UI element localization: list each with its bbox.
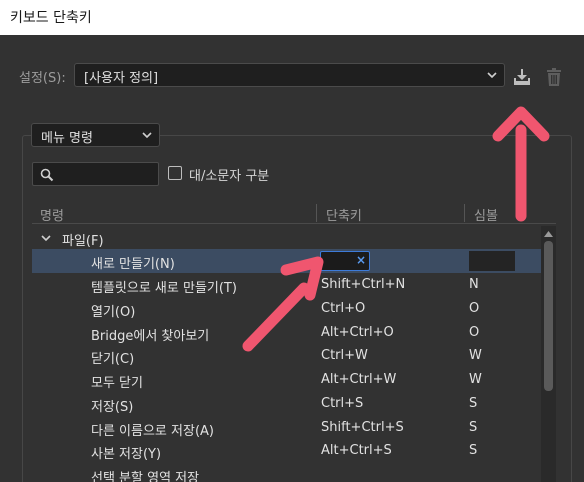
table-row[interactable]: 선택 분할 영역 저장	[32, 463, 542, 482]
command-name: 열기(O)	[91, 305, 136, 320]
command-name: 선택 분할 영역 저장	[91, 471, 200, 482]
shortcut-edit-field[interactable]: ×	[320, 251, 370, 271]
symbol-value: W	[469, 348, 482, 363]
table-row[interactable]: 사본 저장(Y) Alt+Ctrl+S S	[32, 439, 542, 463]
trash-icon[interactable]	[543, 66, 565, 88]
shortcut-value: Ctrl+O	[321, 301, 366, 316]
search-input[interactable]	[32, 162, 159, 186]
shortcut-value: Alt+Ctrl+O	[321, 325, 394, 340]
shortcut-list: 파일(F) 새로 만들기(N) × 템플릿으로 새로 만들기(T) Shift+…	[32, 226, 542, 482]
case-sensitive-checkbox[interactable]	[168, 166, 182, 180]
group-row-file[interactable]: 파일(F)	[32, 226, 542, 250]
window-title: 키보드 단축키	[10, 10, 92, 26]
title-bar: 키보드 단축키	[0, 0, 584, 35]
table-header: 명령 단축키 심볼	[32, 202, 556, 224]
shortcut-value: Shift+Ctrl+N	[321, 277, 406, 292]
symbol-edit-field[interactable]	[469, 251, 515, 271]
command-name: 저장(S)	[91, 400, 134, 415]
table-row[interactable]: 닫기(C) Ctrl+W W	[32, 344, 542, 368]
group-label: 파일(F)	[62, 234, 104, 249]
command-name: 다른 이름으로 저장(A)	[91, 424, 214, 439]
column-header-command[interactable]: 명령	[40, 205, 64, 224]
download-icon[interactable]	[511, 66, 533, 88]
shortcut-value: Shift+Ctrl+S	[321, 420, 404, 435]
table-row[interactable]: 모두 닫기 Alt+Ctrl+W W	[32, 368, 542, 392]
preset-dropdown[interactable]: [사용자 정의]	[74, 63, 505, 87]
chevron-down-icon	[142, 132, 152, 139]
scrollbar-thumb[interactable]	[544, 241, 553, 391]
clear-icon[interactable]: ×	[356, 253, 366, 267]
symbol-value: W	[469, 372, 482, 387]
symbol-value: O	[469, 301, 480, 316]
table-row[interactable]: 템플릿으로 새로 만들기(T) Shift+Ctrl+N N	[32, 273, 542, 297]
table-row[interactable]: 다른 이름으로 저장(A) Shift+Ctrl+S S	[32, 416, 542, 440]
table-row[interactable]: Bridge에서 찾아보기 Alt+Ctrl+O O	[32, 321, 542, 345]
shortcut-value: Ctrl+W	[321, 348, 368, 363]
column-header-symbol[interactable]: 심볼	[474, 205, 498, 224]
chevron-down-icon[interactable]	[41, 233, 51, 243]
symbol-value: O	[469, 325, 480, 340]
column-divider[interactable]	[316, 204, 317, 222]
vertical-scrollbar[interactable]	[541, 226, 556, 482]
shortcut-value: Alt+Ctrl+S	[321, 443, 392, 458]
menu-type-dropdown[interactable]: 메뉴 명령	[31, 123, 160, 147]
chevron-down-icon	[487, 72, 497, 79]
preset-value: [사용자 정의]	[84, 71, 159, 86]
menu-type-value: 메뉴 명령	[41, 131, 93, 146]
command-name: 템플릿으로 새로 만들기(T)	[91, 281, 237, 296]
table-row[interactable]: 저장(S) Ctrl+S S	[32, 392, 542, 416]
column-divider[interactable]	[464, 204, 465, 222]
command-name: Bridge에서 찾아보기	[91, 329, 210, 344]
command-name: 사본 저장(Y)	[91, 447, 162, 462]
search-icon	[40, 168, 54, 182]
symbol-value: N	[469, 277, 479, 292]
command-name: 새로 만들기(N)	[91, 257, 175, 272]
scroll-up-icon[interactable]	[544, 230, 553, 238]
shortcut-value: Alt+Ctrl+W	[321, 372, 397, 387]
command-name: 모두 닫기	[91, 376, 143, 391]
symbol-value: S	[469, 396, 478, 411]
symbol-value: S	[469, 443, 478, 458]
case-sensitive-label: 대/소문자 구분	[189, 169, 270, 184]
command-name: 닫기(C)	[91, 352, 135, 367]
column-header-shortcut[interactable]: 단축키	[326, 205, 362, 224]
shortcut-value: Ctrl+S	[321, 396, 364, 411]
table-row[interactable]: 새로 만들기(N) ×	[32, 249, 542, 273]
preset-label: 설정(S):	[19, 71, 66, 86]
table-row[interactable]: 열기(O) Ctrl+O O	[32, 297, 542, 321]
symbol-value: S	[469, 420, 478, 435]
